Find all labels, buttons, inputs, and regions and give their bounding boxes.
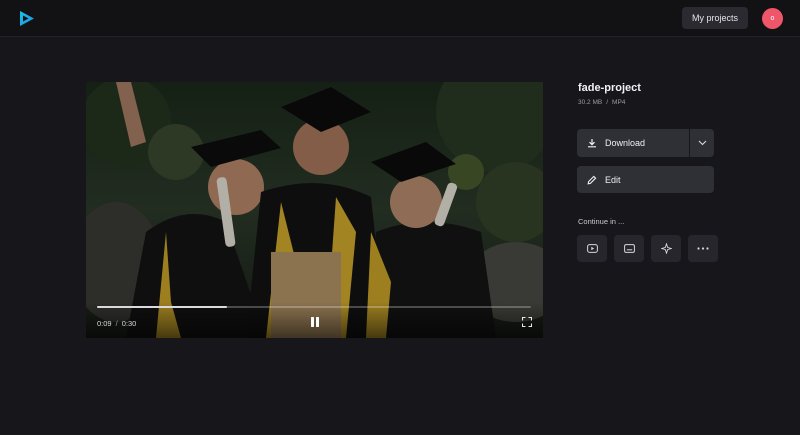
file-format: MP4 [612,99,626,106]
sparkle-icon [660,243,672,254]
download-icon [588,139,596,148]
chevron-down-icon [698,140,706,146]
avatar[interactable]: o [762,8,783,29]
play-triangle-logo-icon[interactable] [17,9,36,28]
project-title: fade-project [578,82,641,94]
time-display: 0:09 / 0:30 [97,319,136,328]
video-player[interactable]: 0:09 / 0:30 [86,82,543,338]
edit-label: Edit [605,174,621,185]
continue-subtitles-button[interactable] [614,235,644,262]
fullscreen-icon[interactable] [522,317,532,327]
continue-in-options [577,235,718,262]
more-icon [697,247,709,250]
time-separator: / [115,319,118,328]
download-split-button: Download [577,129,714,157]
download-label: Download [605,138,646,148]
subtitles-icon [623,244,635,253]
my-projects-button[interactable]: My projects [682,7,748,29]
player-controls: 0:09 / 0:30 [86,302,543,338]
current-time: 0:09 [97,319,112,328]
continue-youtube-button[interactable] [577,235,607,262]
top-bar: My projects o [0,0,800,37]
progress-fill [97,306,228,308]
progress-bar[interactable] [97,306,531,308]
youtube-icon [586,244,598,253]
edit-button[interactable]: Edit [577,166,714,193]
download-options-toggle[interactable] [690,129,714,157]
continue-ai-button[interactable] [651,235,681,262]
duration: 0:30 [121,319,137,328]
pause-icon[interactable] [309,316,321,328]
video-frame-image [86,82,543,338]
meta-separator: / [606,99,609,106]
pencil-icon [587,175,597,184]
continue-more-button[interactable] [688,235,718,262]
project-meta: 30.2 MB / MP4 [578,99,625,106]
file-size: 30.2 MB [578,99,603,106]
continue-in-label: Continue in ... [578,217,625,226]
download-button[interactable]: Download [577,129,689,157]
